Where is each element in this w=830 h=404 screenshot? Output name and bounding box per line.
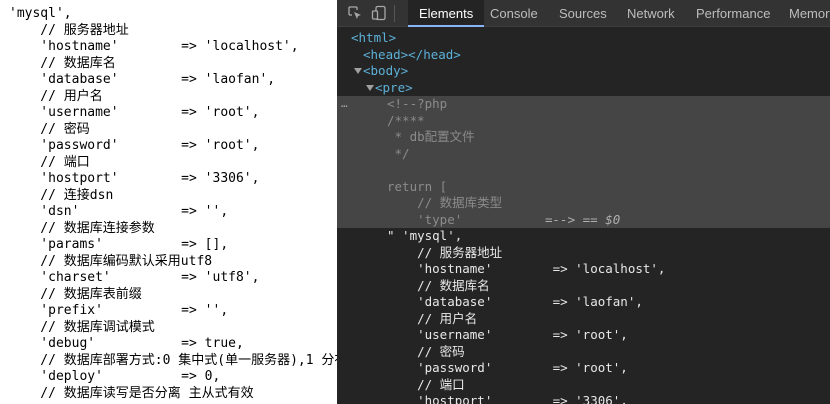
comment-node-text: * db配置文件 (387, 129, 475, 144)
page-text-line: 'hostname' => 'localhost', (9, 39, 299, 54)
page-text-line: // 数据库表前缀 (9, 286, 142, 302)
text-node-line[interactable]: // 密码 (337, 344, 830, 361)
device-toolbar-icon[interactable] (371, 5, 387, 21)
page-text-line: // 数据库部署方式:0 集中式(单一服务器),1 分布 (9, 352, 337, 368)
text-node-line[interactable]: 'hostname' => 'localhost', (337, 261, 830, 278)
text-node-content: 'username' => 'root', (387, 327, 628, 342)
page-text-line: 'prefix' => '', (9, 303, 229, 318)
text-node-content: " 'mysql', (387, 228, 463, 243)
page-text-line: 'debug' => true, (9, 336, 244, 351)
page-text-line: 'hostport' => '3306', (9, 171, 260, 186)
selected-comment-line[interactable]: // 数据库类型 (337, 195, 830, 212)
dom-node-html[interactable]: <html> (337, 30, 830, 47)
text-node-line[interactable]: 'hostport' => '3306', (337, 393, 830, 404)
selected-comment-line[interactable] (337, 162, 830, 179)
page-text-line: // 数据库名 (9, 55, 116, 71)
selected-comment-line[interactable]: * db配置文件 (337, 129, 830, 146)
page-text-line: 'username' => 'root', (9, 105, 260, 120)
comment-node-text: */ (387, 145, 410, 161)
dom-node-body[interactable]: <body> (337, 63, 830, 80)
page-text-line: // 服务器地址 (9, 22, 129, 38)
comment-node-text: return [ (387, 178, 448, 194)
text-node-line[interactable]: 'username' => 'root', (337, 327, 830, 344)
devtools-toolbar: Elements Console Sources Network Performance… (337, 0, 830, 27)
more-actions-icon[interactable]: … (341, 96, 348, 113)
selected-comment-line[interactable]: return [ (337, 178, 830, 195)
text-node-content: // 端口 (387, 376, 465, 392)
dom-node-head[interactable]: <head></head> (337, 47, 830, 64)
selected-comment-line[interactable]: <!--?php … (337, 96, 830, 113)
page-text-line: // 数据库调试模式 (9, 319, 155, 335)
text-node-content: // 数据库名 (387, 277, 490, 293)
text-node-content: // 服务器地址 (387, 244, 503, 260)
page-text-line: // 密码 (9, 121, 90, 137)
tab-sources[interactable]: Sources (559, 0, 607, 27)
text-node-content: // 用户名 (387, 310, 478, 326)
text-node-line[interactable]: 'password' => 'root', (337, 360, 830, 377)
text-node-content: 'password' => 'root', (387, 360, 628, 375)
selected-comment-line[interactable]: */ (337, 145, 830, 162)
devtools-panel: Elements Console Sources Network Performance… (337, 0, 830, 404)
expand-triangle-icon[interactable] (366, 84, 374, 91)
page-render: 'mysql', // 服务器地址 'hostname' => 'localho… (0, 0, 337, 404)
page-text-line: 'deploy' => 0, (9, 369, 221, 384)
page-text-line: // 数据库编码默认采用utf8 (9, 253, 213, 269)
tab-memory[interactable]: Memory (789, 0, 830, 27)
selected-node-badge: =--> == $0 (545, 211, 621, 227)
tab-console[interactable]: Console (490, 0, 538, 27)
tab-elements[interactable]: Elements (408, 0, 485, 27)
dom-tree: <html> <head></head> <body> <pre> <!--?php … /… (337, 28, 830, 404)
text-node-content: 'hostname' => 'localhost', (387, 261, 666, 276)
page-text-line: // 用户名 (9, 88, 103, 104)
text-node-line[interactable]: // 端口 (337, 377, 830, 394)
dom-node-pre[interactable]: <pre> (337, 80, 830, 97)
text-node-content: 'hostport' => '3306', (387, 393, 628, 404)
expand-triangle-icon[interactable] (354, 68, 362, 74)
text-node-line[interactable]: // 服务器地址 (337, 245, 830, 262)
text-node-content: // 密码 (387, 343, 465, 359)
inspect-element-icon[interactable] (347, 5, 363, 21)
page-text-line: // 数据库读写是否分离 主从式有效 (9, 385, 254, 401)
comment-node-text: <!--?php (387, 96, 448, 111)
page-text-line: 'dsn' => '', (9, 204, 229, 219)
comment-node-text: /**** (387, 112, 425, 128)
text-node-line[interactable]: 'database' => 'laofan', (337, 294, 830, 311)
page-text-line: 'params' => [], (9, 237, 229, 252)
text-node-line[interactable]: " 'mysql', (337, 228, 830, 245)
tab-performance[interactable]: Performance (696, 0, 770, 27)
head-tag: <head></head> (363, 46, 461, 62)
text-node-line[interactable]: // 用户名 (337, 311, 830, 328)
page-text-line: 'database' => 'laofan', (9, 72, 276, 87)
html-tag: <html> (351, 30, 397, 45)
page-text-line: // 数据库连接参数 (9, 220, 155, 236)
pre-tag: <pre> (375, 79, 413, 95)
comment-node-text: // 数据库类型 (387, 195, 503, 210)
page-text-line: 'mysql', (9, 6, 72, 21)
page-text-line: // 端口 (9, 154, 90, 170)
selected-comment-line[interactable]: 'type' =--> == $0 (337, 211, 830, 228)
body-tag: <body> (363, 63, 409, 78)
selected-comment-line[interactable]: /**** (337, 112, 830, 129)
text-node-line[interactable]: // 数据库名 (337, 278, 830, 295)
tab-network[interactable]: Network (627, 0, 675, 27)
page-text-line: 'charset' => 'utf8', (9, 270, 260, 285)
text-node-content: 'database' => 'laofan', (387, 294, 643, 309)
comment-node-text: 'type' (387, 211, 463, 227)
toolbar-separator (394, 5, 395, 22)
page-text-line: // 连接dsn (9, 187, 114, 203)
page-text-line: 'password' => 'root', (9, 138, 260, 153)
